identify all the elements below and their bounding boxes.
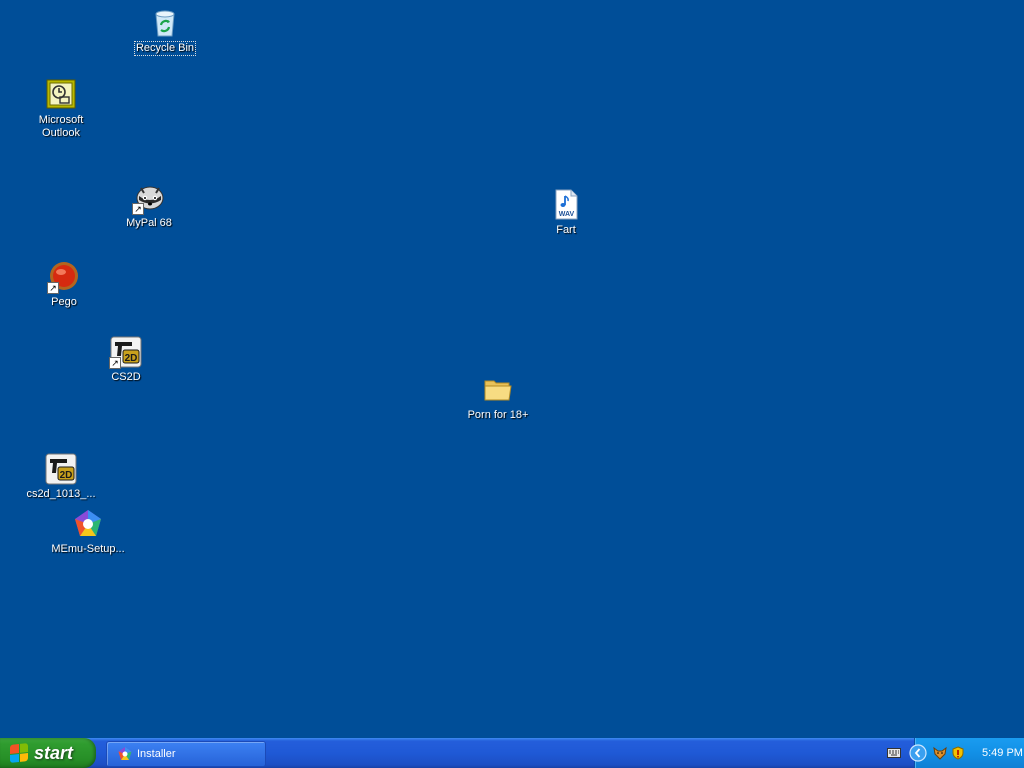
desktop-icon-mypal-68[interactable]: ↗ MyPal 68 — [107, 182, 191, 230]
shortcut-arrow-icon: ↗ — [47, 282, 59, 294]
memu-icon — [117, 746, 133, 762]
recycle-bin-icon — [149, 7, 181, 39]
desktop-icon-label: CS2D — [111, 371, 141, 383]
desktop-icon-label: Pego — [51, 296, 77, 308]
shortcut-arrow-icon: ↗ — [132, 203, 144, 215]
outlook-icon — [45, 79, 77, 111]
cs2d-icon: 2D ↗ — [109, 336, 142, 369]
desktop-icon-label: MyPal 68 — [126, 217, 172, 229]
cs2d-icon: 2D — [45, 453, 77, 485]
desktop-icon-memu-setup[interactable]: MEmu-Setup... — [46, 508, 130, 556]
desktop-icon-cs2d-installer[interactable]: 2D cs2d_1013_... — [19, 453, 103, 501]
taskbar: start Installer 5:49 PM — [0, 738, 1024, 768]
windows-logo-icon — [10, 743, 28, 763]
fox-icon[interactable] — [933, 746, 947, 760]
mypal-icon: ↗ — [132, 182, 165, 215]
keyboard-icon[interactable] — [887, 747, 901, 759]
wav-file-icon: WAV — [550, 189, 582, 221]
svg-text:WAV: WAV — [559, 211, 575, 218]
desktop-icon-folder[interactable]: Porn for 18+ — [456, 374, 540, 422]
desktop-icon-cs2d[interactable]: 2D ↗ CS2D — [84, 336, 168, 384]
desktop-icon-pego[interactable]: ↗ Pego — [22, 261, 106, 309]
desktop-icon-recycle-bin[interactable]: Recycle Bin — [123, 7, 207, 56]
shortcut-arrow-icon: ↗ — [109, 357, 121, 369]
svg-text:2D: 2D — [125, 353, 138, 364]
desktop[interactable]: Recycle Bin Microsoft Outlook ↗ MyPal 68… — [0, 0, 1024, 738]
system-tray: 5:49 PM — [909, 738, 1024, 768]
memu-icon — [72, 508, 104, 540]
folder-icon — [482, 374, 514, 406]
desktop-icon-label: MEmu-Setup... — [51, 543, 125, 555]
desktop-icon-label: Fart — [556, 224, 576, 236]
clock[interactable]: 5:49 PM — [982, 747, 1023, 759]
chevron-left-icon[interactable] — [909, 744, 927, 762]
desktop-icon-microsoft-outlook[interactable]: Microsoft Outlook — [19, 79, 103, 140]
pego-icon: ↗ — [47, 261, 80, 294]
svg-text:2D: 2D — [60, 470, 73, 481]
desktop-icon-label: Porn for 18+ — [467, 409, 529, 421]
taskbar-item-installer[interactable]: Installer — [106, 741, 266, 767]
taskbar-item-label: Installer — [137, 748, 176, 760]
desktop-icon-label: Recycle Bin — [133, 41, 197, 56]
start-label: start — [34, 742, 74, 763]
desktop-icon-label: Microsoft Outlook — [38, 114, 84, 139]
desktop-icon-fart[interactable]: WAV Fart — [524, 189, 608, 237]
desktop-icon-label: cs2d_1013_... — [26, 488, 96, 500]
security-shield-icon[interactable] — [951, 746, 965, 760]
start-button[interactable]: start — [0, 738, 96, 768]
